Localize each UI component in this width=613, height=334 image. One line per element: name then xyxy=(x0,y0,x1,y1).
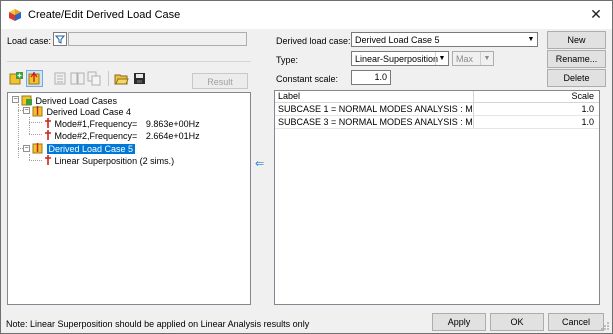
create-derived-button[interactable] xyxy=(26,70,43,87)
tree-mode2-value: 2.664e+01Hz xyxy=(145,131,200,141)
tree-item-mode1[interactable]: Mode#1,Frequency= 9.863e+00Hz xyxy=(44,117,200,129)
copy-icon[interactable] xyxy=(87,71,102,86)
transfer-arrow-icon[interactable]: ⇐ xyxy=(255,157,264,170)
toolbar-separator xyxy=(108,71,109,86)
tree-case5-label: Derived Load Case 5 xyxy=(46,144,136,154)
rename-button[interactable]: Rename... xyxy=(547,50,606,68)
filter-button[interactable] xyxy=(53,32,67,46)
result-files-button[interactable]: Result Files... xyxy=(192,73,248,103)
table-header: Label Scale xyxy=(275,91,599,103)
apply-button[interactable]: Apply xyxy=(432,313,486,331)
close-icon[interactable]: ✕ xyxy=(586,5,606,23)
mode-icon xyxy=(45,155,51,165)
add-load-case-icon[interactable] xyxy=(9,71,24,86)
constant-scale-label: Constant scale: xyxy=(276,74,339,84)
collapse-root-toggle[interactable]: − xyxy=(12,96,19,103)
filter-icon xyxy=(54,35,66,44)
column-header-label[interactable]: Label xyxy=(278,91,300,102)
cancel-button[interactable]: Cancel xyxy=(548,313,604,331)
compare-icon[interactable] xyxy=(70,71,85,86)
chevron-down-icon: ▼ xyxy=(435,52,448,65)
row-label: SUBCASE 1 = NORMAL MODES ANALYSIS : Mode… xyxy=(278,104,472,114)
tree-item-case5[interactable]: Derived Load Case 5 xyxy=(32,142,136,154)
tree-case4-label: Derived Load Case 4 xyxy=(46,107,132,117)
resize-grip-icon[interactable] xyxy=(601,322,610,331)
open-folder-icon[interactable] xyxy=(114,71,129,86)
load-case-input[interactable] xyxy=(68,32,247,46)
delete-button[interactable]: Delete xyxy=(547,69,606,87)
row-scale[interactable]: 1.0 xyxy=(581,116,594,128)
type-value: Linear-Superposition xyxy=(355,54,439,64)
row-label: SUBCASE 3 = NORMAL MODES ANALYSIS : Mode… xyxy=(278,117,472,127)
window-title: Create/Edit Derived Load Case xyxy=(28,9,181,21)
max-value: Max xyxy=(456,54,474,64)
collapse-case4-toggle[interactable]: − xyxy=(23,107,30,114)
type-select[interactable]: Linear-Superposition ▼ xyxy=(351,51,449,66)
tree-mode1-label: Mode#1,Frequency= xyxy=(54,119,138,129)
mode-icon xyxy=(45,130,51,140)
tree-mode1-value: 9.863e+00Hz xyxy=(145,119,200,129)
ok-button[interactable]: OK xyxy=(490,313,544,331)
mode-icon xyxy=(45,118,51,128)
constant-scale-input[interactable]: 1.0 xyxy=(351,70,391,85)
chevron-down-icon: ▼ xyxy=(527,36,535,43)
derived-case-icon xyxy=(32,106,43,117)
tree-mode2-label: Mode#2,Frequency= xyxy=(54,131,138,141)
title-bar: Create/Edit Derived Load Case ✕ xyxy=(1,1,612,29)
collapse-case5-toggle[interactable]: − xyxy=(23,145,30,152)
load-case-tree: − Derived Load Cases − Derived Load Case… xyxy=(7,92,251,305)
chevron-down-icon: ▼ xyxy=(480,52,493,65)
save-icon[interactable] xyxy=(132,71,147,86)
row-scale[interactable]: 1.0 xyxy=(581,103,594,115)
derived-load-case-select[interactable]: Derived Load Case 5 ▼ xyxy=(351,32,538,47)
derived-case-icon xyxy=(32,143,43,154)
subcase-table: Label Scale SUBCASE 1 = NORMAL MODES ANA… xyxy=(274,90,600,305)
load-case-label: Load case: xyxy=(7,36,52,46)
derived-load-case-label: Derived load case: xyxy=(276,36,351,46)
derived-case-icon xyxy=(28,71,40,85)
status-note: Note: Linear Superposition should be app… xyxy=(6,319,310,329)
table-row[interactable]: SUBCASE 1 = NORMAL MODES ANALYSIS : Mode… xyxy=(275,103,599,116)
toolbar-divider xyxy=(7,61,251,62)
app-logo-icon xyxy=(9,9,21,21)
dialog-window: Create/Edit Derived Load Case ✕ Load cas… xyxy=(0,0,613,334)
type-label: Type: xyxy=(276,55,299,65)
column-header-scale[interactable]: Scale xyxy=(571,91,594,102)
tree-item-case4[interactable]: Derived Load Case 4 xyxy=(32,105,131,117)
tree-linear-label: Linear Superposition (2 sims.) xyxy=(54,156,175,166)
max-select[interactable]: Max ▼ xyxy=(452,51,494,66)
tree-item-mode2[interactable]: Mode#2,Frequency= 2.664e+01Hz xyxy=(44,129,200,141)
new-button[interactable]: New xyxy=(547,31,606,49)
tree-item-linear-superposition[interactable]: Linear Superposition (2 sims.) xyxy=(44,154,174,166)
derived-load-case-value: Derived Load Case 5 xyxy=(355,35,440,45)
edit-grid-icon[interactable] xyxy=(53,71,68,86)
table-row[interactable]: SUBCASE 3 = NORMAL MODES ANALYSIS : Mode… xyxy=(275,116,599,129)
